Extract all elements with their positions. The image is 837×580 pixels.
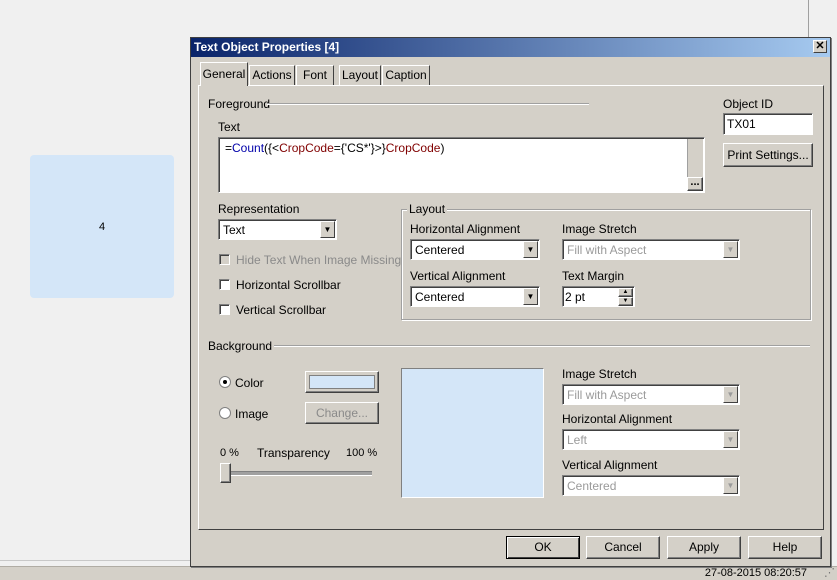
tab-general[interactable]: General	[200, 62, 248, 86]
close-icon[interactable]: ✕	[813, 40, 827, 53]
transparency-max-label: 100 %	[346, 447, 378, 459]
bg-h-align-select[interactable]: Left ▼	[562, 429, 740, 450]
text-object-value: 4	[98, 220, 106, 233]
transparency-min-label: 0 %	[220, 447, 239, 459]
color-swatch	[309, 375, 375, 389]
background-section-label: Background	[208, 339, 273, 353]
layout-group-label: Layout	[407, 202, 448, 216]
sheet-bottom-line	[0, 560, 190, 561]
object-id-value: TX01	[727, 117, 756, 131]
tab-actions[interactable]: Actions	[249, 65, 295, 85]
transparency-label: Transparency	[257, 446, 330, 460]
bg-image-stretch-label: Image Stretch	[562, 367, 637, 381]
foreground-divider	[267, 103, 589, 105]
color-radio-label: Color	[235, 376, 264, 390]
layout-image-stretch-label: Image Stretch	[562, 222, 637, 236]
resize-grip-icon[interactable]: ⋰	[821, 567, 835, 580]
bg-image-stretch-value: Fill with Aspect	[567, 388, 647, 402]
bg-v-align-label: Vertical Alignment	[562, 458, 658, 472]
text-object-properties-dialog: Text Object Properties [4] ✕ General Act…	[190, 37, 831, 567]
text-margin-value: 2 pt	[565, 290, 586, 304]
text-margin-stepper[interactable]: 2 pt ▲ ▼	[562, 286, 635, 307]
representation-select[interactable]: Text ▼	[218, 219, 337, 240]
help-button[interactable]: Help	[748, 536, 822, 559]
horizontal-scrollbar-checkbox[interactable]	[219, 279, 230, 290]
cancel-button[interactable]: Cancel	[586, 536, 660, 559]
change-image-button[interactable]: Change...	[305, 402, 379, 424]
expr-open: ({<	[264, 141, 280, 155]
image-radio-label: Image	[235, 407, 269, 421]
text-expression-field[interactable]: =Count({<CropCode={'CS*'}>}CropCode) ...	[218, 137, 705, 193]
chevron-down-icon[interactable]: ▼	[320, 221, 335, 238]
background-preview	[401, 368, 544, 498]
layout-v-align-value: Centered	[415, 290, 465, 304]
hide-text-label: Hide Text When Image Missing	[236, 253, 402, 267]
background-divider	[274, 345, 810, 347]
transparency-slider-track[interactable]	[220, 471, 372, 476]
chevron-down-icon[interactable]: ▼	[523, 288, 538, 305]
status-bar: 27-08-2015 08:20:57 ⋰	[0, 566, 837, 580]
layout-image-stretch-select[interactable]: Fill with Aspect ▼	[562, 239, 740, 260]
layout-h-align-select[interactable]: Centered ▼	[410, 239, 540, 260]
tab-font[interactable]: Font	[296, 65, 334, 85]
sheet-text-object[interactable]: 4	[30, 155, 174, 298]
representation-value: Text	[223, 223, 246, 237]
object-id-label: Object ID	[723, 97, 774, 111]
text-expression-value: =Count({<CropCode={'CS*'}>}CropCode)	[225, 141, 444, 155]
expr-equals: =	[225, 141, 233, 155]
dialog-title: Text Object Properties [4]	[194, 40, 340, 54]
expr-field-2: CropCode	[385, 141, 441, 155]
expr-middle: ={'CS*'}>}	[333, 141, 386, 155]
status-time: 27-08-2015 08:20:57	[704, 567, 807, 579]
image-radio[interactable]	[219, 407, 231, 419]
expr-close: )	[440, 141, 445, 155]
bg-h-align-value: Left	[567, 433, 588, 447]
layout-v-align-label: Vertical Alignment	[410, 269, 506, 283]
representation-label: Representation	[218, 202, 300, 216]
vertical-scrollbar-label: Vertical Scrollbar	[236, 303, 327, 317]
object-id-field[interactable]: TX01	[723, 113, 813, 135]
layout-v-align-select[interactable]: Centered ▼	[410, 286, 540, 307]
bg-v-align-select[interactable]: Centered ▼	[562, 475, 740, 496]
chevron-down-icon[interactable]: ▼	[723, 386, 738, 403]
layout-h-align-label: Horizontal Alignment	[410, 222, 521, 236]
print-settings-button[interactable]: Print Settings...	[723, 143, 813, 167]
tab-layout[interactable]: Layout	[339, 65, 381, 85]
foreground-section-label: Foreground	[208, 97, 271, 111]
layout-image-stretch-value: Fill with Aspect	[567, 243, 647, 257]
text-label: Text	[218, 120, 241, 134]
bg-v-align-value: Centered	[567, 479, 617, 493]
ok-button[interactable]: OK	[506, 536, 580, 559]
bg-image-stretch-select[interactable]: Fill with Aspect ▼	[562, 384, 740, 405]
color-radio[interactable]	[219, 376, 231, 388]
hide-text-checkbox[interactable]	[219, 254, 230, 265]
tab-caption[interactable]: Caption	[382, 65, 430, 85]
bg-h-align-label: Horizontal Alignment	[562, 412, 673, 426]
expr-function: Count	[232, 141, 265, 155]
chevron-down-icon[interactable]: ▼	[723, 431, 738, 448]
horizontal-scrollbar-label: Horizontal Scrollbar	[236, 278, 341, 292]
expand-expression-button[interactable]: ...	[687, 177, 703, 191]
stepper-up-icon[interactable]: ▲	[618, 288, 633, 297]
expr-field-1: CropCode	[279, 141, 334, 155]
color-swatch-button[interactable]	[305, 371, 379, 393]
text-margin-label: Text Margin	[562, 269, 625, 283]
transparency-slider-thumb[interactable]	[220, 463, 231, 483]
layout-h-align-value: Centered	[415, 243, 465, 257]
stepper-down-icon[interactable]: ▼	[618, 297, 633, 306]
chevron-down-icon[interactable]: ▼	[723, 477, 738, 494]
chevron-down-icon[interactable]: ▼	[523, 241, 538, 258]
apply-button[interactable]: Apply	[667, 536, 741, 559]
vertical-scrollbar-checkbox[interactable]	[219, 304, 230, 315]
dialog-titlebar[interactable]: Text Object Properties [4] ✕	[191, 38, 830, 57]
chevron-down-icon[interactable]: ▼	[723, 241, 738, 258]
